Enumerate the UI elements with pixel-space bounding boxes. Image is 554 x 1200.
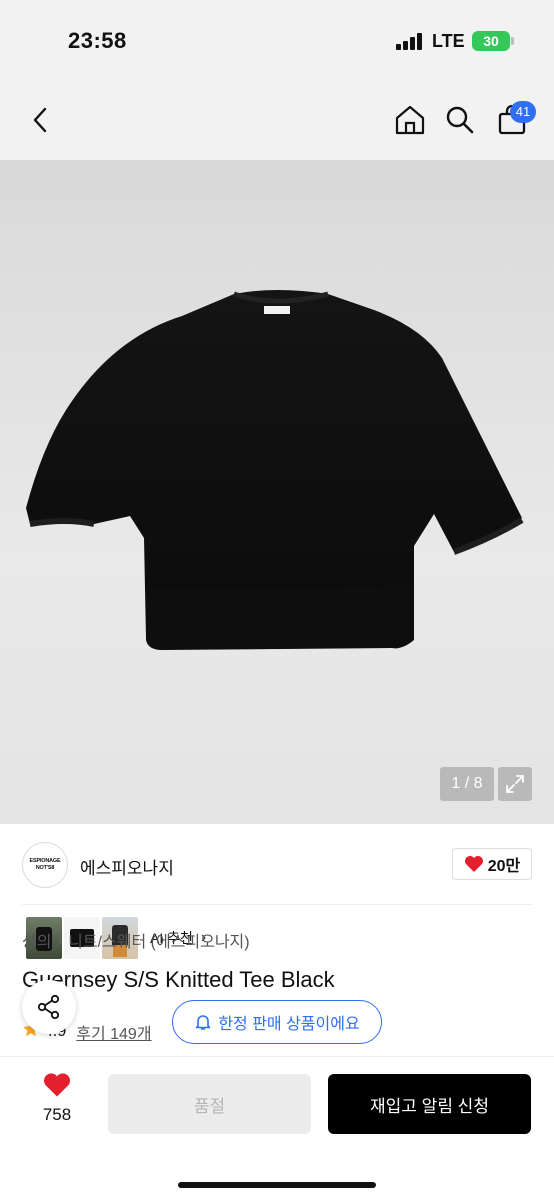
heart-icon [464,856,483,872]
brand-row[interactable]: ESPIONAGE NOT'S8 에스피오나지 20만 [22,840,532,890]
search-button[interactable] [440,100,480,140]
product-image [26,290,524,650]
breadcrumb-leaf[interactable]: 니트/스웨터 (에스피오나지) [68,928,249,952]
chevron-left-icon [33,107,47,133]
restock-alert-button[interactable]: 재입고 알림 신청 [328,1074,531,1134]
wishlist-button[interactable]: 758 [36,1072,78,1125]
limited-sale-notice[interactable]: 한정 판매 상품이에요 [172,1000,382,1044]
limited-sale-label: 한정 판매 상품이에요 [218,1016,360,1033]
brand-logo[interactable]: ESPIONAGE NOT'S8 [22,842,68,888]
nav-bar [0,80,554,160]
signal-icon [396,32,424,50]
share-button[interactable] [22,980,76,1034]
network-label: LTE [432,31,465,51]
battery-icon: 30 [472,31,510,51]
heart-icon [44,1073,70,1097]
breadcrumb: 상의 › 니트/스웨터 (에스피오나지) [22,928,250,952]
brand-like-count: 20만 [487,858,521,875]
brand-like-button[interactable]: 20만 [452,848,532,880]
wishlist-count: 758 [42,1105,72,1124]
product-image-gallery[interactable]: AI 추천 › 1 / 8 [0,160,554,962]
home-button[interactable] [390,100,430,140]
soldout-button: 품절 [108,1074,311,1134]
cart-count-badge: 41 [510,101,536,123]
review-link[interactable]: 후기 149개 [76,1020,151,1044]
brand-name[interactable]: 에스피오나지 [80,854,174,879]
share-icon [37,994,60,1020]
status-bar: 23:58 LTE 30 [0,0,554,80]
battery-level: 30 [483,33,499,49]
home-icon [395,105,425,135]
breadcrumb-root[interactable]: 상의 [22,928,51,952]
divider [22,904,532,905]
search-icon [446,106,474,134]
expand-icon [506,775,524,793]
home-indicator [178,1182,376,1188]
chevron-right-icon: › [57,932,63,948]
expand-button[interactable] [498,767,532,801]
bell-icon [196,1015,211,1030]
page-indicator: 1 / 8 [440,767,494,801]
status-time: 23:58 [68,28,127,53]
back-button[interactable] [20,100,60,140]
